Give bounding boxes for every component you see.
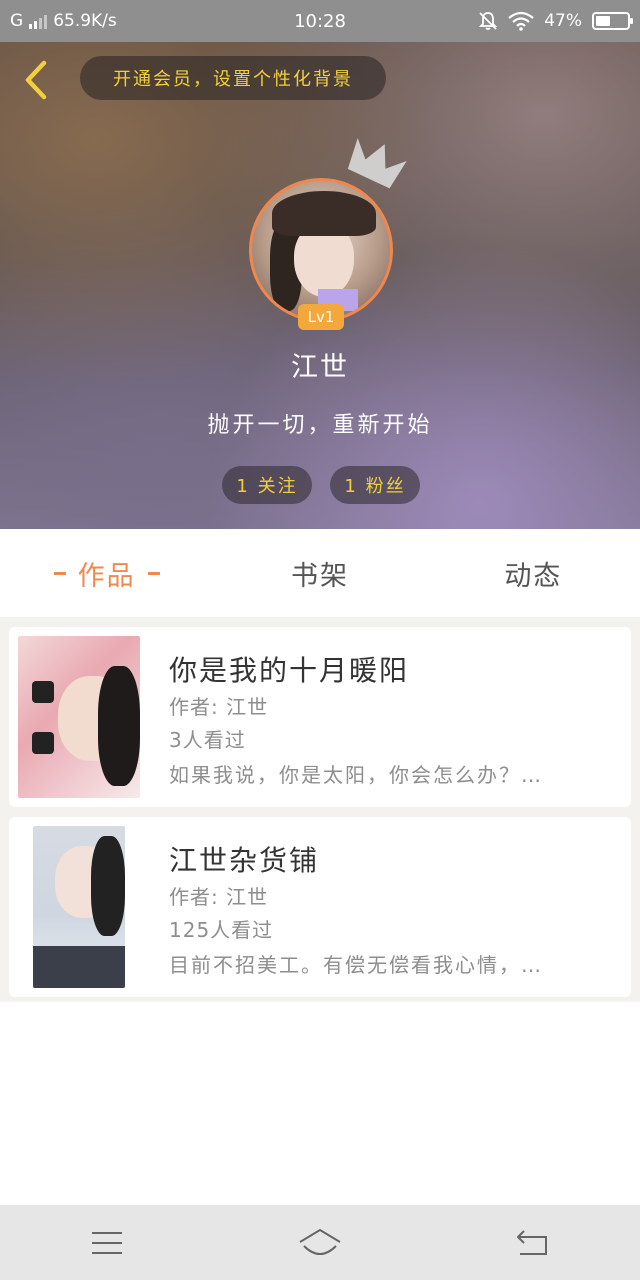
tab-label: 作品 bbox=[77, 560, 136, 592]
book-cover bbox=[33, 826, 125, 988]
battery-percent: 47% bbox=[544, 11, 582, 31]
work-description: 如果我说，你是太阳，你会怎么办？… bbox=[169, 763, 543, 787]
home-button[interactable] bbox=[280, 1213, 360, 1273]
avatar[interactable] bbox=[249, 178, 393, 322]
signature: 抛开一切，重新开始 bbox=[207, 413, 433, 438]
network-type: G bbox=[10, 11, 24, 31]
tab-label: 动态 bbox=[504, 560, 563, 592]
back-nav-button[interactable] bbox=[493, 1213, 573, 1273]
profile-header: 开通会员，设置个性化背景 Lv1 江世 抛开一切，重新开始 1 关注 1 粉丝 bbox=[0, 42, 640, 529]
tab-bookshelf[interactable]: 书架 bbox=[213, 529, 426, 617]
profile-tabs: 作品 书架 动态 bbox=[0, 529, 640, 617]
battery-fill bbox=[596, 16, 611, 26]
system-nav-bar bbox=[0, 1205, 640, 1280]
tab-indicator-right bbox=[147, 571, 160, 575]
works-list: 你是我的十月暖阳 作者: 江世 3人看过 如果我说，你是太阳，你会怎么办？… 江… bbox=[0, 617, 640, 1002]
status-right: 47% bbox=[478, 11, 633, 31]
tab-activity[interactable]: 动态 bbox=[427, 529, 640, 617]
cover-hair bbox=[98, 666, 140, 786]
chevron-left-icon bbox=[25, 60, 47, 100]
work-author: 作者: 江世 bbox=[169, 695, 269, 719]
following-button[interactable]: 1 关注 bbox=[222, 466, 312, 504]
bell-off-icon bbox=[479, 12, 498, 30]
work-views: 3人看过 bbox=[169, 728, 246, 752]
cover-detail bbox=[33, 946, 125, 988]
back-button[interactable] bbox=[18, 60, 54, 100]
avatar-hat bbox=[272, 191, 376, 236]
home-icon bbox=[299, 1228, 341, 1255]
menu-button[interactable] bbox=[67, 1213, 147, 1273]
list-item[interactable]: 你是我的十月暖阳 作者: 江世 3人看过 如果我说，你是太阳，你会怎么办？… bbox=[9, 627, 631, 807]
tab-label: 书架 bbox=[290, 560, 349, 592]
wifi-icon bbox=[508, 11, 534, 31]
battery-icon bbox=[592, 12, 633, 30]
work-title: 江世杂货铺 bbox=[169, 844, 320, 877]
status-left: G 65.9K/s bbox=[10, 11, 117, 31]
cover-hair bbox=[91, 836, 125, 936]
cover-detail bbox=[32, 681, 54, 703]
work-author: 作者: 江世 bbox=[169, 885, 269, 909]
tab-indicator-left bbox=[53, 571, 66, 575]
work-description: 目前不招美工。有偿无偿看我心情，… bbox=[169, 953, 543, 977]
level-badge: Lv1 bbox=[298, 304, 344, 330]
back-icon bbox=[517, 1229, 548, 1255]
signal-icon bbox=[29, 13, 48, 29]
network-speed: 65.9K/s bbox=[53, 11, 117, 31]
tab-works[interactable]: 作品 bbox=[0, 529, 213, 617]
status-bar: G 65.9K/s 10:28 47% bbox=[0, 0, 640, 42]
followers-button[interactable]: 1 粉丝 bbox=[330, 466, 420, 504]
vip-background-button[interactable]: 开通会员，设置个性化背景 bbox=[80, 56, 386, 100]
list-item[interactable]: 江世杂货铺 作者: 江世 125人看过 目前不招美工。有偿无偿看我心情，… bbox=[9, 817, 631, 997]
menu-icon bbox=[91, 1231, 122, 1254]
username: 江世 bbox=[291, 352, 349, 383]
cover-detail bbox=[32, 732, 54, 754]
work-views: 125人看过 bbox=[169, 918, 274, 942]
work-title: 你是我的十月暖阳 bbox=[169, 654, 410, 687]
book-cover bbox=[18, 636, 140, 798]
